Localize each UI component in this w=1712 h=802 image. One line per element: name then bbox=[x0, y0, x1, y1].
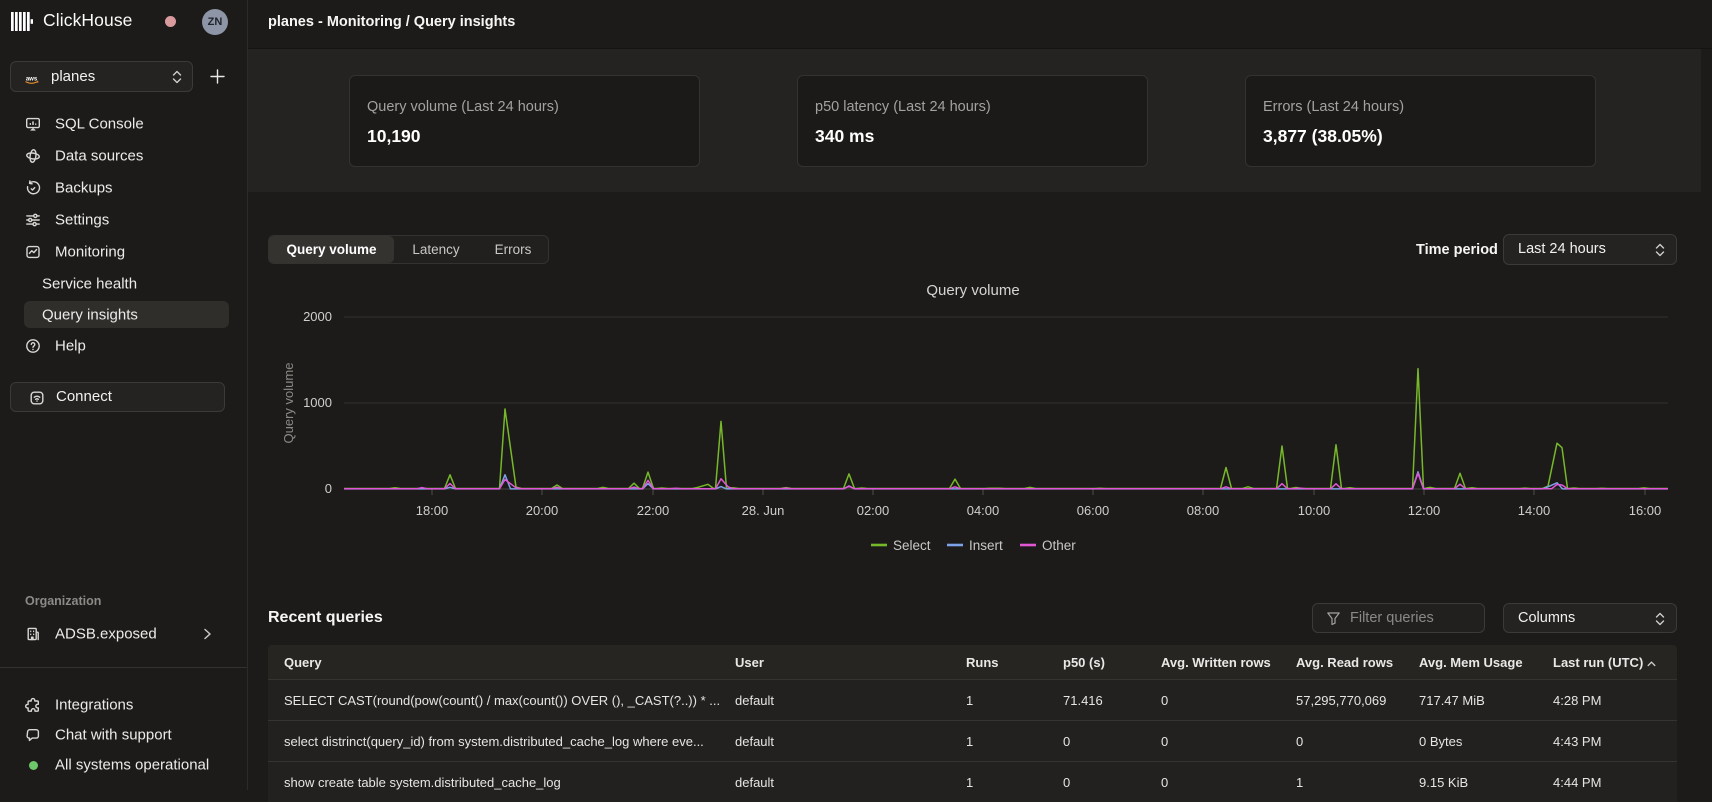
svg-text:08:00: 08:00 bbox=[1187, 503, 1220, 518]
svg-text:06:00: 06:00 bbox=[1077, 503, 1110, 518]
svg-text:Select: Select bbox=[893, 538, 931, 553]
svg-text:Query volume: Query volume bbox=[281, 363, 296, 444]
svg-text:20:00: 20:00 bbox=[526, 503, 559, 518]
svg-text:Insert: Insert bbox=[969, 538, 1003, 553]
svg-text:22:00: 22:00 bbox=[637, 503, 670, 518]
svg-text:10:00: 10:00 bbox=[1298, 503, 1331, 518]
svg-text:02:00: 02:00 bbox=[857, 503, 890, 518]
svg-text:Query volume: Query volume bbox=[926, 282, 1019, 299]
svg-text:16:00: 16:00 bbox=[1629, 503, 1662, 518]
svg-text:14:00: 14:00 bbox=[1518, 503, 1551, 518]
svg-text:aws: aws bbox=[26, 77, 38, 83]
svg-text:0: 0 bbox=[325, 481, 332, 496]
svg-text:Other: Other bbox=[1042, 538, 1076, 553]
svg-text:18:00: 18:00 bbox=[416, 503, 449, 518]
svg-text:12:00: 12:00 bbox=[1408, 503, 1441, 518]
svg-text:1000: 1000 bbox=[303, 395, 332, 410]
svg-text:2000: 2000 bbox=[303, 309, 332, 324]
svg-text:28. Jun: 28. Jun bbox=[742, 503, 785, 518]
svg-text:04:00: 04:00 bbox=[967, 503, 1000, 518]
